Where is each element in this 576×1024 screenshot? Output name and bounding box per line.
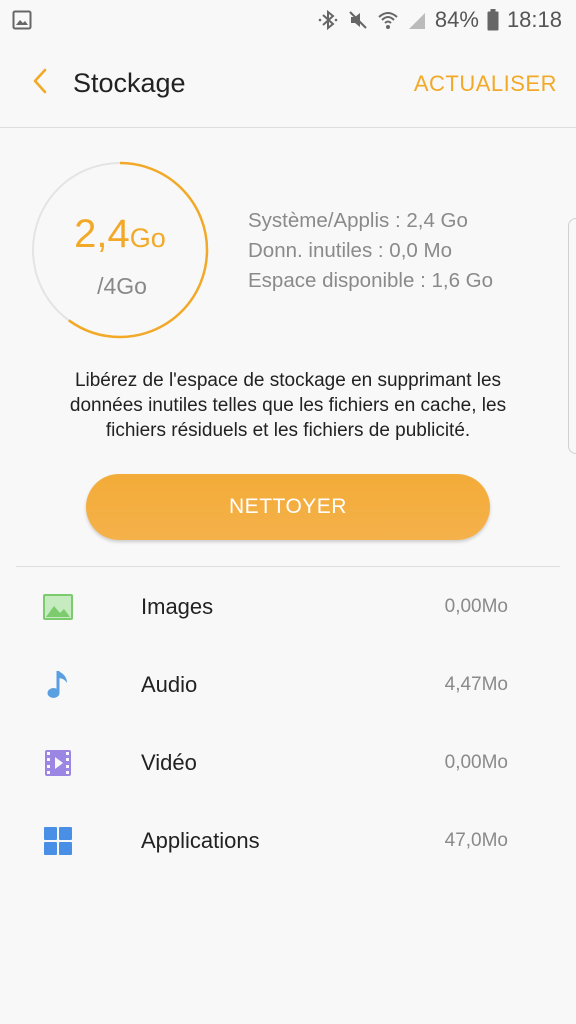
category-item-audio[interactable]: Audio 4,47Mo	[0, 646, 576, 724]
used-storage-value: 2,4Go	[30, 214, 210, 254]
battery-percentage: 84%	[434, 7, 479, 32]
category-item-applications[interactable]: Applications 47,0Mo	[0, 802, 576, 880]
used-value-number: 2,4	[74, 212, 130, 256]
apps-grid-icon	[42, 825, 74, 857]
signal-icon	[407, 10, 427, 30]
category-label: Images	[141, 594, 214, 619]
junk-data-stat: Donn. inutiles : 0,0 Mo	[248, 239, 452, 262]
back-button[interactable]	[10, 54, 70, 114]
bluetooth-icon	[317, 9, 339, 31]
music-note-icon	[42, 669, 74, 701]
chevron-left-icon	[31, 67, 49, 100]
system-apps-stat: Système/Applis : 2,4 Go	[248, 209, 468, 232]
category-item-video[interactable]: Vidéo 0,00Mo	[0, 724, 576, 802]
clock: 18:18	[506, 7, 562, 32]
status-bar: 84% 18:18	[0, 0, 576, 40]
storage-summary: 2,4Go /4Go Système/Applis : 2,4 Go Donn.…	[0, 150, 576, 350]
category-size: 0,00Mo	[444, 752, 508, 773]
category-label: Vidéo	[141, 750, 197, 775]
category-size: 0,00Mo	[444, 596, 508, 617]
page-title: Stockage	[73, 68, 186, 98]
category-item-images[interactable]: Images 0,00Mo	[0, 568, 576, 646]
category-size: 47,0Mo	[444, 830, 508, 851]
mute-icon	[347, 9, 369, 31]
category-label: Audio	[141, 672, 198, 697]
used-value-unit: Go	[129, 223, 166, 253]
divider	[16, 566, 560, 567]
wifi-icon	[377, 9, 399, 31]
storage-stats: Système/Applis : 2,4 Go Donn. inutiles :…	[248, 206, 493, 296]
scroll-edge-indicator	[568, 218, 576, 454]
clean-button[interactable]: NETTOYER	[86, 474, 490, 540]
category-size: 4,47Mo	[444, 674, 508, 695]
refresh-button[interactable]: ACTUALISER	[414, 71, 557, 97]
category-label: Applications	[141, 828, 260, 853]
gallery-notification-icon	[12, 10, 32, 30]
battery-icon	[487, 9, 499, 31]
cleanup-description: Libérez de l'espace de stockage en suppr…	[69, 370, 507, 441]
category-list: Images 0,00Mo Audio 4,47Mo Vidéo 0,00Mo	[0, 568, 576, 880]
total-storage-value: /4Go	[97, 273, 147, 299]
app-header: Stockage ACTUALISER	[0, 40, 576, 128]
image-icon	[42, 591, 74, 623]
storage-gauge: 2,4Go /4Go	[30, 160, 210, 340]
available-space-stat: Espace disponible : 1,6 Go	[248, 269, 494, 292]
video-icon	[42, 747, 74, 779]
